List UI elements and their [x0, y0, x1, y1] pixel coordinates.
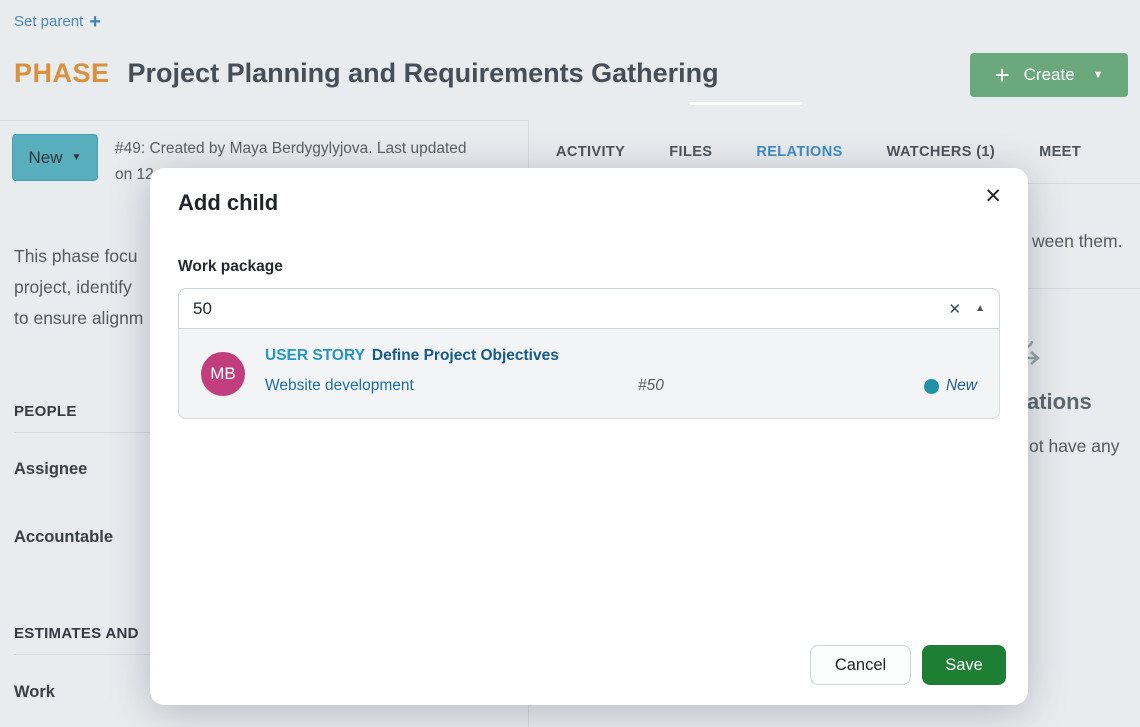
tab-activity[interactable]: ACTIVITY — [556, 144, 625, 160]
create-button-label: Create — [1024, 65, 1075, 85]
chevron-down-icon: ▼ — [72, 152, 82, 163]
set-parent-link[interactable]: Set parent + — [14, 13, 101, 30]
people-section-header: PEOPLE — [14, 403, 77, 420]
relations-empty-heading: ations — [1027, 389, 1092, 415]
dialog-footer: Cancel Save — [810, 645, 1006, 685]
work-package-option[interactable]: MB USER STORY Define Project Objectives W… — [179, 329, 999, 418]
work-package-search-input[interactable] — [179, 299, 941, 319]
tab-watchers[interactable]: WATCHERS (1) — [887, 144, 995, 160]
work-package-combobox[interactable]: ✕ ▲ — [178, 288, 1000, 329]
work-package-title[interactable]: Project Planning and Requirements Gather… — [128, 58, 719, 89]
relations-info-text: ween them. — [1032, 231, 1122, 252]
tab-files[interactable]: FILES — [669, 144, 712, 160]
status-label: New — [29, 148, 63, 168]
tab-relations[interactable]: RELATIONS — [756, 144, 842, 160]
result-title: Define Project Objectives — [372, 347, 559, 364]
result-meta-line: Website development #50 New — [265, 377, 977, 395]
result-type: USER STORY — [265, 347, 365, 364]
result-id: #50 — [638, 377, 664, 395]
close-icon[interactable]: ✕ — [984, 184, 1002, 209]
tab-meetings[interactable]: MEET — [1039, 144, 1081, 160]
relations-arrows-icon — [1026, 340, 1046, 382]
accountable-label[interactable]: Accountable — [14, 528, 113, 547]
work-package-type-label[interactable]: PHASE — [14, 58, 110, 89]
add-child-dialog: Add child ✕ Work package ✕ ▲ MB USER STO… — [150, 168, 1028, 705]
clear-icon[interactable]: ✕ — [941, 300, 970, 318]
plus-icon: + — [994, 65, 1009, 85]
work-package-field-label: Work package — [178, 258, 283, 276]
autocomplete-results: MB USER STORY Define Project Objectives W… — [178, 329, 1000, 419]
status-dropdown-button[interactable]: New ▼ — [12, 134, 98, 181]
chevron-up-icon[interactable]: ▲ — [969, 303, 999, 314]
title-underline — [690, 102, 802, 105]
save-button[interactable]: Save — [922, 645, 1006, 685]
divider — [0, 120, 528, 121]
assignee-label[interactable]: Assignee — [14, 460, 87, 479]
result-project: Website development — [265, 377, 638, 395]
dialog-title: Add child — [178, 190, 278, 216]
relations-empty-text: ot have any — [1029, 436, 1119, 457]
cancel-button[interactable]: Cancel — [810, 645, 911, 685]
set-parent-label: Set parent — [14, 13, 83, 30]
plus-icon: + — [89, 15, 101, 29]
estimates-section-header: ESTIMATES AND — [14, 625, 139, 642]
chevron-down-icon: ▼ — [1093, 69, 1104, 81]
tab-bar: ACTIVITY FILES RELATIONS WATCHERS (1) ME… — [556, 144, 1081, 160]
meta-line-1: #49: Created by Maya Berdygylyjova. Last… — [115, 136, 495, 162]
result-title-line: USER STORY Define Project Objectives — [265, 347, 559, 365]
result-status: New — [924, 377, 977, 395]
result-status-label: New — [946, 377, 977, 395]
work-label[interactable]: Work — [14, 683, 55, 702]
avatar: MB — [201, 352, 245, 396]
work-package-header: PHASE Project Planning and Requirements … — [14, 58, 719, 89]
status-dot-icon — [924, 379, 939, 394]
create-button[interactable]: + Create ▼ — [970, 53, 1128, 97]
description-text: This phase focu project, identify to ens… — [14, 241, 143, 334]
